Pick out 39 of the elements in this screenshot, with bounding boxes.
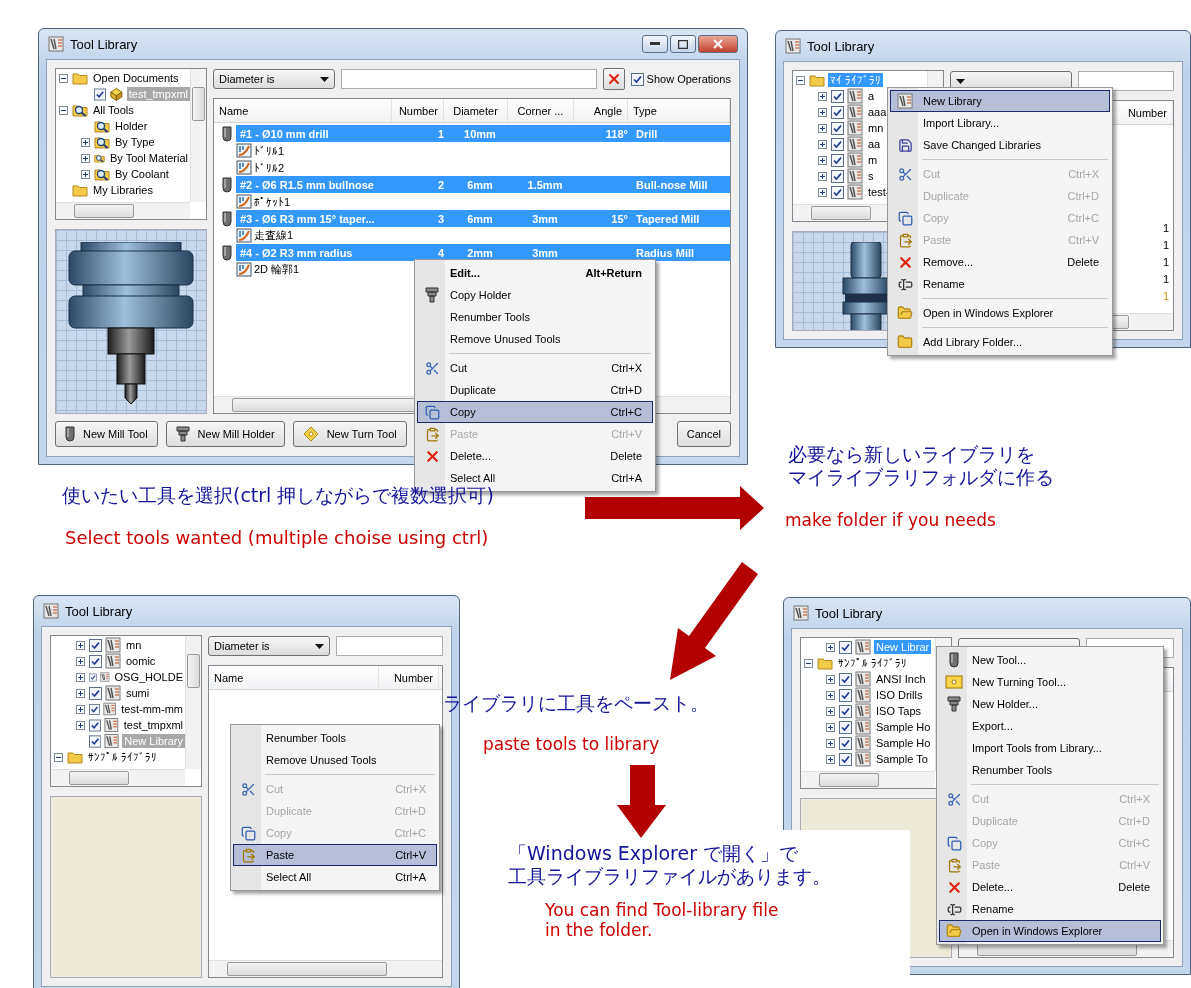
table-cell: 1 xyxy=(1162,255,1169,268)
table-cell: #3 - Ø6 R3 mm 15° taper... xyxy=(240,212,375,225)
table-cell: #1 - Ø10 mm drill xyxy=(240,127,329,140)
table-cell: 6mm xyxy=(467,212,493,225)
table-cell: #2 - Ø6 R1.5 mm bullnose xyxy=(240,178,374,191)
table-cell: 4 xyxy=(437,246,444,259)
table-cell: Radius Mill xyxy=(636,246,695,259)
table-cell: 1 xyxy=(1162,289,1169,302)
table-cell: 3mm xyxy=(532,212,558,225)
checkbox-label: Show Operations xyxy=(646,73,731,85)
annotation-text: paste tools to library xyxy=(483,734,660,755)
table-cell: Tapered Mill xyxy=(636,212,700,225)
table-cell: #4 - Ø2 R3 mm radius xyxy=(240,246,353,259)
window-title: Tool Library xyxy=(815,605,883,621)
window-title: Tool Library xyxy=(70,36,138,52)
table-cell: 3mm xyxy=(532,246,558,259)
table-cell: 2 xyxy=(437,178,444,191)
annotation-text: Select tools wanted (multiple choise using ctrl) xyxy=(65,527,489,549)
annotation-text: 「Windows Explorer で開く」で 工具ライブラリファイルがあります。 xyxy=(508,842,831,888)
table-cell: 10mm xyxy=(464,127,496,140)
annotation-text: 必要なら新しいライブラリを マイライブラリフォルダに作る xyxy=(788,443,1054,489)
table-cell: 15° xyxy=(611,212,628,225)
annotation-text: make folder if you needs xyxy=(785,510,996,531)
annotation-text: 使いたい工具を選択(ctrl 押しながらで複数選択可) xyxy=(62,484,494,507)
table-cell: 1.5mm xyxy=(527,178,563,191)
table-cell: Bull-nose Mill xyxy=(636,178,708,191)
table-cell: 1 xyxy=(437,127,444,140)
table-cell: 2mm xyxy=(467,246,493,259)
table-cell: 6mm xyxy=(467,178,493,191)
table-cell: 118° xyxy=(605,127,628,140)
table-cell: 1 xyxy=(1162,221,1169,234)
annotation-text: You can find Tool-library file in the folder. xyxy=(545,900,779,941)
annotation-text: ライブラリに工具をペースト。 xyxy=(443,692,709,715)
table-cell: Drill xyxy=(636,127,658,140)
table-cell: 1 xyxy=(1162,238,1169,251)
window-title: Tool Library xyxy=(65,603,133,619)
table-cell: 1 xyxy=(1162,272,1169,285)
window-title: Tool Library xyxy=(807,38,875,54)
table-cell: 3 xyxy=(437,212,444,225)
